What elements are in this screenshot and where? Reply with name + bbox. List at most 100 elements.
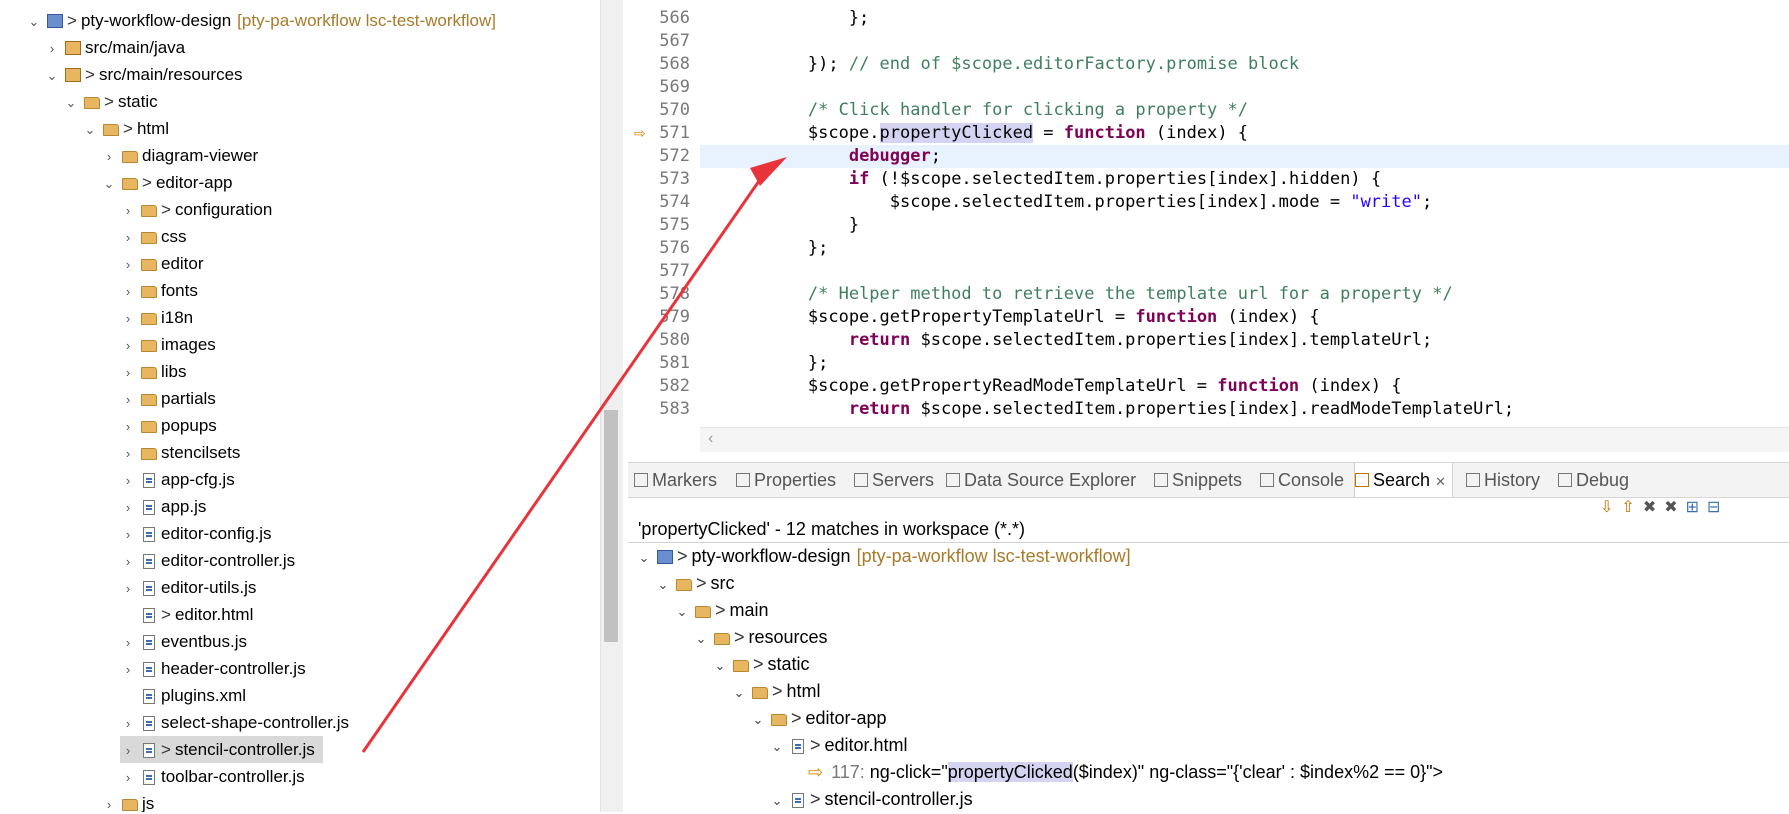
chevron-right-icon[interactable]: › xyxy=(120,494,136,521)
chevron-right-icon[interactable]: › xyxy=(120,332,136,359)
editor-horizontal-scrollbar[interactable]: ‹ xyxy=(700,427,1789,452)
chevron-right-icon[interactable]: › xyxy=(120,467,136,494)
tree-row-partials[interactable]: › partials xyxy=(120,385,216,412)
chevron-down-icon[interactable]: ⌄ xyxy=(674,598,690,625)
folder-icon xyxy=(732,651,750,678)
tree-row-static[interactable]: ⌄ > static xyxy=(63,88,158,115)
search-row-html[interactable]: ⌄ > html xyxy=(731,678,821,705)
chevron-down-icon[interactable]: ⌄ xyxy=(769,733,785,760)
tree-row-html[interactable]: ⌄ > html xyxy=(82,115,170,143)
chevron-down-icon[interactable]: ⌄ xyxy=(655,571,671,598)
tab-debug[interactable]: Debug xyxy=(1558,463,1629,497)
tab-snippets[interactable]: Snippets xyxy=(1154,463,1242,497)
tree-row-css[interactable]: › css xyxy=(120,223,187,250)
chevron-down-icon[interactable]: ⌄ xyxy=(769,787,785,814)
tab-console[interactable]: Console xyxy=(1260,463,1344,497)
tree-row-src-main-resources[interactable]: ⌄ > src/main/resources xyxy=(44,61,243,88)
chevron-right-icon[interactable]: › xyxy=(120,710,136,737)
tree-row-editor-html[interactable]: > editor.html xyxy=(140,601,253,628)
file-icon xyxy=(140,520,158,547)
chevron-down-icon[interactable]: ⌄ xyxy=(101,170,117,197)
breakpoint-arrow-icon[interactable]: ⇨ xyxy=(634,125,646,142)
remove-all-matches-icon[interactable]: ✖ xyxy=(1664,499,1685,516)
tree-row-js[interactable]: › js xyxy=(101,790,154,812)
tab-properties[interactable]: Properties xyxy=(736,463,836,497)
chevron-right-icon[interactable]: › xyxy=(120,197,136,224)
chevron-right-icon[interactable]: › xyxy=(120,548,136,575)
search-row-project[interactable]: ⌄ > pty-workflow-design [pty-pa-workflow ls… xyxy=(636,543,1131,570)
chevron-down-icon[interactable]: ⌄ xyxy=(63,89,79,116)
tree-row-popups[interactable]: › popups xyxy=(120,412,217,439)
search-match-line[interactable]: ⇨ 117: ng-click="propertyClicked($index)"… xyxy=(808,759,1443,786)
chevron-right-icon[interactable]: › xyxy=(120,413,136,440)
next-match-icon[interactable]: ⇩ xyxy=(1600,499,1621,516)
tree-row-configuration[interactable]: › > configuration xyxy=(120,196,272,223)
tree-row-libs[interactable]: › libs xyxy=(120,358,187,385)
chevron-right-icon[interactable]: › xyxy=(120,278,136,305)
chevron-right-icon[interactable]: › xyxy=(44,35,60,62)
tab-history[interactable]: History xyxy=(1466,463,1540,497)
chevron-right-icon[interactable]: › xyxy=(101,791,117,812)
chevron-down-icon[interactable]: ⌄ xyxy=(82,116,98,143)
expand-all-icon[interactable]: ⊞ xyxy=(1686,499,1707,516)
tree-row-app-cfg-js[interactable]: › app-cfg.js xyxy=(120,466,235,493)
chevron-down-icon[interactable]: ⌄ xyxy=(636,544,652,571)
chevron-down-icon[interactable]: ⌄ xyxy=(712,652,728,679)
chevron-right-icon[interactable]: › xyxy=(120,575,136,602)
remove-match-icon[interactable]: ✖ xyxy=(1643,499,1664,516)
chevron-down-icon[interactable]: ⌄ xyxy=(44,62,60,89)
tree-row-editor-utils-js[interactable]: › editor-utils.js xyxy=(120,574,257,602)
tree-row-toolbar-controller-js[interactable]: › toolbar-controller.js xyxy=(120,763,305,790)
chevron-right-icon[interactable]: › xyxy=(120,521,136,548)
chevron-right-icon[interactable]: › xyxy=(120,251,136,278)
tree-row-editor[interactable]: › editor xyxy=(120,250,204,277)
explorer-scrollbar[interactable] xyxy=(600,0,623,812)
tree-row-eventbus-js[interactable]: › eventbus.js xyxy=(120,628,247,655)
chevron-right-icon[interactable]: › xyxy=(120,737,136,764)
tree-row-header-controller-js[interactable]: › header-controller.js xyxy=(120,655,306,682)
tree-row-editor-controller-js[interactable]: › editor-controller.js xyxy=(120,547,295,574)
tree-row-i18n[interactable]: › i18n xyxy=(120,304,193,331)
chevron-right-icon[interactable]: › xyxy=(120,305,136,332)
chevron-right-icon[interactable]: › xyxy=(120,224,136,251)
tree-row-stencil-controller-js[interactable]: › > stencil-controller.js xyxy=(120,736,323,763)
search-row-main[interactable]: ⌄ > main xyxy=(674,597,769,624)
tree-row-stencilsets[interactable]: › stencilsets xyxy=(120,439,241,467)
search-row-editor-app[interactable]: ⌄ > editor-app xyxy=(750,705,887,732)
scroll-left-icon[interactable]: ‹ xyxy=(708,430,713,448)
chevron-right-icon[interactable]: › xyxy=(120,764,136,791)
chevron-right-icon[interactable]: › xyxy=(120,440,136,467)
chevron-down-icon[interactable]: ⌄ xyxy=(750,706,766,733)
previous-match-icon[interactable]: ⇧ xyxy=(1621,499,1642,516)
tab-search[interactable]: Search ✕ xyxy=(1354,463,1453,497)
tab-servers[interactable]: Servers xyxy=(854,463,934,497)
explorer-scrollbar-thumb[interactable] xyxy=(604,410,618,642)
collapse-all-icon[interactable]: ⊟ xyxy=(1707,499,1728,516)
search-row-resources[interactable]: ⌄ > resources xyxy=(693,624,828,651)
chevron-down-icon[interactable]: ⌄ xyxy=(693,625,709,652)
tree-row-select-shape-controller-js[interactable]: › select-shape-controller.js xyxy=(120,709,349,736)
tab-markers[interactable]: Markers xyxy=(634,463,717,497)
tree-row-images[interactable]: › images xyxy=(120,331,216,358)
tree-row-editor-app[interactable]: ⌄ > editor-app xyxy=(101,169,233,196)
search-row-src[interactable]: ⌄ > src xyxy=(655,570,735,597)
tree-row-editor-config-js[interactable]: › editor-config.js xyxy=(120,520,272,547)
search-row-static[interactable]: ⌄ > static xyxy=(712,651,810,678)
chevron-right-icon[interactable]: › xyxy=(101,143,117,170)
chevron-down-icon[interactable]: ⌄ xyxy=(731,679,747,706)
tree-row-fonts[interactable]: › fonts xyxy=(120,277,198,304)
chevron-right-icon[interactable]: › xyxy=(120,656,136,683)
chevron-right-icon[interactable]: › xyxy=(120,629,136,656)
chevron-right-icon[interactable]: › xyxy=(120,386,136,413)
search-row-stencil-controller-js[interactable]: ⌄ > stencil-controller.js xyxy=(769,786,973,813)
chevron-down-icon[interactable]: ⌄ xyxy=(26,8,42,35)
tree-row-plugins-xml[interactable]: plugins.xml xyxy=(140,682,246,709)
tab-data-source-explorer[interactable]: Data Source Explorer xyxy=(946,463,1136,497)
close-icon[interactable]: ✕ xyxy=(1435,474,1446,489)
tree-row-src-main-java[interactable]: › src/main/java xyxy=(44,34,185,61)
chevron-right-icon[interactable]: › xyxy=(120,359,136,386)
tree-row-app-js[interactable]: › app.js xyxy=(120,493,207,521)
tree-row-project[interactable]: ⌄ > pty-workflow-design [pty-pa-workflow ls… xyxy=(26,7,496,34)
search-row-editor-html[interactable]: ⌄ > editor.html xyxy=(769,732,908,759)
tree-row-diagram-viewer[interactable]: › diagram-viewer xyxy=(101,142,258,169)
